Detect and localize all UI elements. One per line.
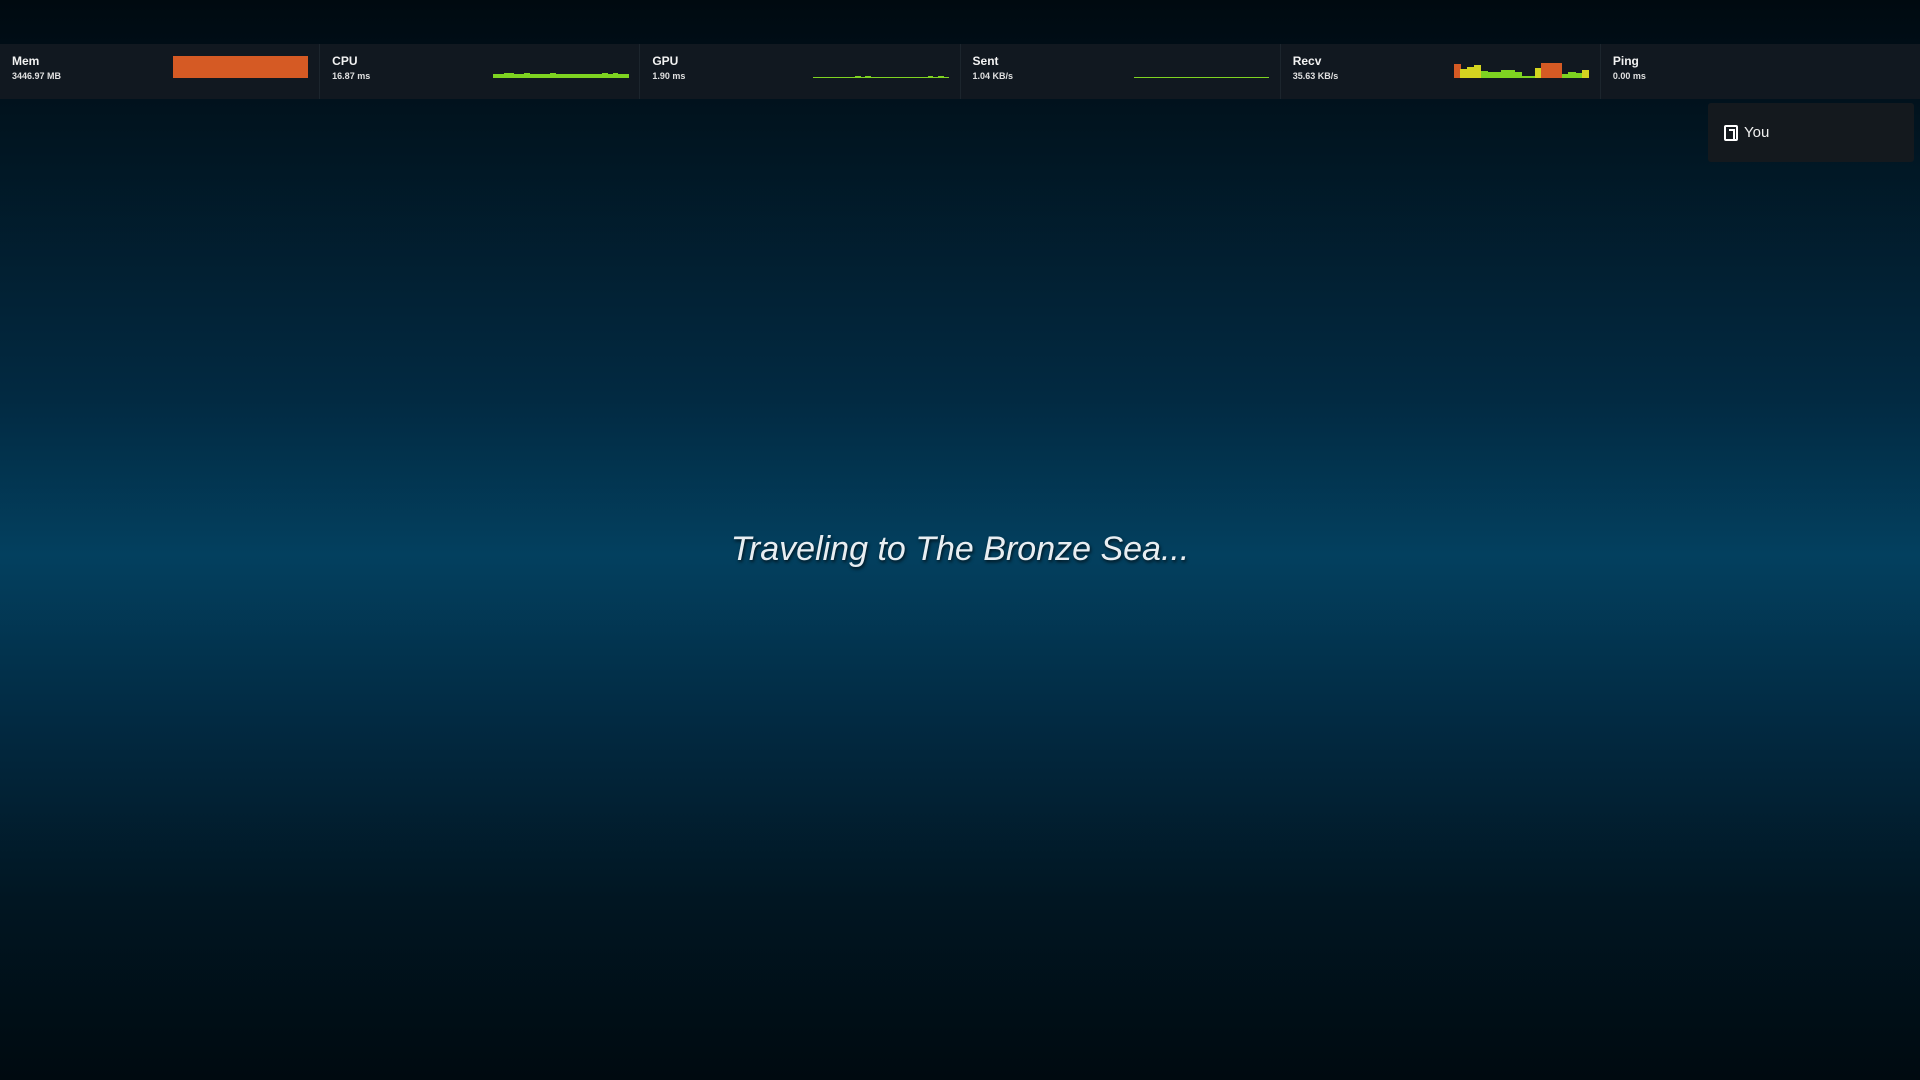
stat-label: Ping [1612, 54, 1639, 68]
stat-panel-ping: Ping 0.00 ms [1601, 44, 1920, 99]
stat-panel-sent: Sent 1.04 KB/s [961, 44, 1281, 99]
stat-graph [493, 56, 629, 78]
stat-value: 35.63 KB/s [1292, 71, 1339, 81]
stat-value: 1.90 ms [652, 71, 686, 81]
graph-bar [1581, 70, 1590, 78]
stat-panel-gpu: GPU 1.90 ms [640, 44, 961, 99]
graph-bar [622, 74, 629, 78]
stat-value: 16.87 ms [332, 71, 371, 81]
stat-value: 3446.97 MB [12, 71, 62, 81]
loading-message: Traveling to The Bronze Sea... [730, 530, 1190, 568]
stat-graph [173, 56, 308, 78]
stat-panel-cpu: CPU 16.87 ms [320, 44, 641, 99]
premium-icon [1724, 124, 1738, 141]
stat-value: 1.04 KB/s [972, 71, 1014, 81]
player-list-entry[interactable]: You [1708, 103, 1914, 162]
stat-label: GPU [652, 54, 679, 68]
stat-graph [1133, 56, 1269, 78]
stat-panel-mem: Mem 3446.97 MB [0, 44, 321, 99]
stat-label: Mem [12, 54, 40, 68]
stat-label: Sent [972, 54, 999, 68]
stat-panel-recv: Recv 35.63 KB/s [1281, 44, 1601, 99]
stat-graph [1453, 56, 1590, 78]
graph-bar [1263, 77, 1269, 78]
stat-label: Recv [1292, 54, 1322, 68]
stat-value: 0.00 ms [1612, 71, 1646, 81]
performance-stats-bar: Mem 3446.97 MB CPU 16.87 ms GPU 1.90 ms Sent 1.… [0, 44, 1920, 99]
stat-graph [813, 56, 949, 78]
stat-label: CPU [332, 54, 358, 68]
graph-bar [943, 77, 949, 78]
player-name: You [1744, 124, 1770, 141]
mem-bar [173, 56, 308, 78]
